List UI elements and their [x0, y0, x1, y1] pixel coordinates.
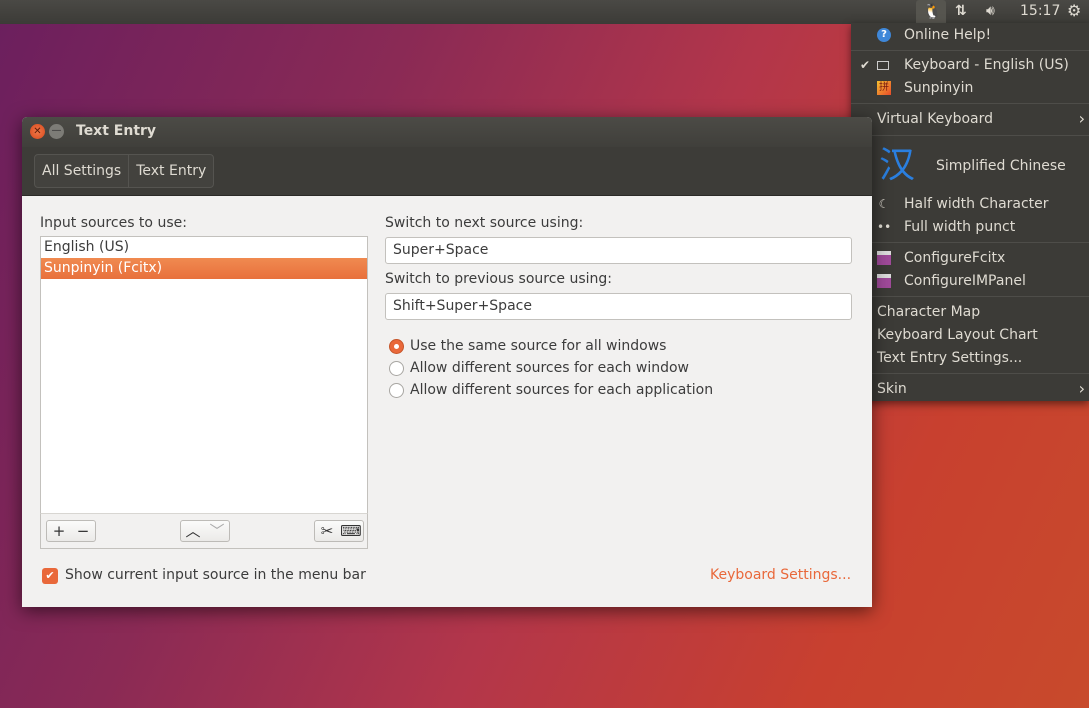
next-source-shortcut[interactable]: Super+Space [385, 237, 852, 264]
toolbar: All Settings Text Entry [22, 147, 872, 196]
breadcrumb-all-settings[interactable]: All Settings [35, 155, 128, 187]
menu-label: ConfigureIMPanel [904, 273, 1026, 289]
menu-label: Keyboard Layout Chart [877, 327, 1038, 343]
menu-label: Sunpinyin [904, 80, 974, 96]
settings-tools-icon[interactable]: ✂ [315, 521, 339, 541]
prev-source-shortcut[interactable]: Shift+Super+Space [385, 293, 852, 320]
radio-label: Allow different sources for each window [410, 360, 689, 376]
move-up-button[interactable]: ︿ [181, 521, 205, 541]
punct-icon: •• [877, 220, 892, 234]
radio-label: Allow different sources for each applica… [410, 382, 714, 398]
menu-item-configure-fcitx[interactable]: ConfigureFcitx [851, 247, 1089, 269]
volume-icon[interactable]: 🔊︎ [986, 3, 995, 19]
remove-source-button[interactable]: − [71, 521, 95, 541]
menu-item-virtual-keyboard[interactable]: Virtual Keyboard › [851, 108, 1089, 130]
configure-icon [877, 251, 891, 265]
radio-label: Use the same source for all windows [410, 338, 667, 354]
configure-icon [877, 274, 891, 288]
chevron-right-icon: › [1078, 379, 1085, 398]
input-sources-label: Input sources to use: [40, 215, 187, 231]
show-in-menubar-checkbox[interactable]: ✔ [42, 568, 58, 584]
moon-icon: ☾ [878, 197, 890, 211]
keyboard-layout-icon[interactable]: ⌨ [339, 521, 363, 541]
menu-label: Simplified Chinese [936, 158, 1066, 174]
menu-item-online-help[interactable]: ? Online Help! [851, 24, 1089, 46]
list-item[interactable]: English (US) [41, 237, 367, 258]
menu-label: Skin [877, 381, 907, 397]
menu-label: ConfigureFcitx [904, 250, 1006, 266]
gear-icon[interactable]: ⚙ [1067, 1, 1081, 20]
keyboard-settings-link[interactable]: Keyboard Settings... [710, 567, 851, 583]
sunpinyin-icon: 拼 [877, 81, 891, 95]
menu-item-half-width[interactable]: ☾ Half width Character [851, 193, 1089, 215]
move-down-button[interactable]: ﹀ [205, 521, 229, 541]
menu-label: Online Help! [904, 27, 992, 43]
fcitx-menu: ? Online Help! ✔ Keyboard - English (US)… [851, 23, 1089, 401]
fcitx-indicator[interactable]: 🐧 [916, 0, 946, 24]
menu-item-keyboard-english[interactable]: ✔ Keyboard - English (US) [851, 54, 1089, 76]
input-sources-list[interactable]: English (US) Sunpinyin (Fcitx) [40, 236, 368, 547]
chinese-glyph-icon: 汉 [879, 145, 916, 186]
menu-label: Virtual Keyboard [877, 111, 994, 127]
menu-label: Keyboard - English (US) [904, 57, 1069, 73]
tux-icon: 🐧 [923, 2, 942, 20]
menu-item-full-width[interactable]: •• Full width punct [851, 216, 1089, 238]
clock[interactable]: 15:17 [1020, 3, 1060, 19]
check-icon: ✔ [860, 58, 871, 72]
menu-label: Character Map [877, 304, 981, 320]
help-icon: ? [877, 28, 891, 42]
radio-button[interactable] [389, 383, 404, 398]
menu-item-sunpinyin[interactable]: 拼 Sunpinyin [851, 77, 1089, 99]
keyboard-icon [877, 61, 889, 70]
menu-item-text-entry-settings[interactable]: Text Entry Settings... [851, 347, 1089, 369]
minimize-button[interactable]: — [49, 124, 64, 139]
menu-item-simplified-chinese[interactable]: 汉 Simplified Chinese [851, 143, 1089, 189]
menu-item-character-map[interactable]: Character Map [851, 301, 1089, 323]
next-source-label: Switch to next source using: [385, 215, 584, 231]
list-toolbar: + − ︿ ﹀ ✂ ⌨ [40, 513, 368, 549]
breadcrumb: All Settings Text Entry [34, 154, 215, 188]
chevron-right-icon: › [1078, 109, 1085, 128]
title-bar: ✕ — Text Entry [22, 117, 872, 147]
radio-button[interactable] [389, 361, 404, 376]
menu-item-skin[interactable]: Skin › [851, 378, 1089, 400]
add-source-button[interactable]: + [47, 521, 71, 541]
text-entry-window: ✕ — Text Entry All Settings Text Entry I… [22, 117, 872, 607]
menu-item-configure-impanel[interactable]: ConfigureIMPanel [851, 270, 1089, 292]
top-panel: 🐧 ⇅ 🔊︎ 15:17 ⚙ [0, 0, 1089, 24]
show-in-menubar-label: Show current input source in the menu ba… [65, 567, 366, 583]
network-icon[interactable]: ⇅ [955, 3, 967, 19]
breadcrumb-text-entry[interactable]: Text Entry [128, 155, 213, 187]
menu-label: Text Entry Settings... [877, 350, 1023, 366]
menu-label: Half width Character [904, 196, 1049, 212]
radio-button[interactable] [389, 339, 404, 354]
menu-label: Full width punct [904, 219, 1016, 235]
prev-source-label: Switch to previous source using: [385, 271, 613, 287]
close-button[interactable]: ✕ [30, 124, 45, 139]
menu-item-keyboard-layout-chart[interactable]: Keyboard Layout Chart [851, 324, 1089, 346]
window-title: Text Entry [76, 123, 157, 139]
list-item[interactable]: Sunpinyin (Fcitx) [41, 258, 367, 279]
